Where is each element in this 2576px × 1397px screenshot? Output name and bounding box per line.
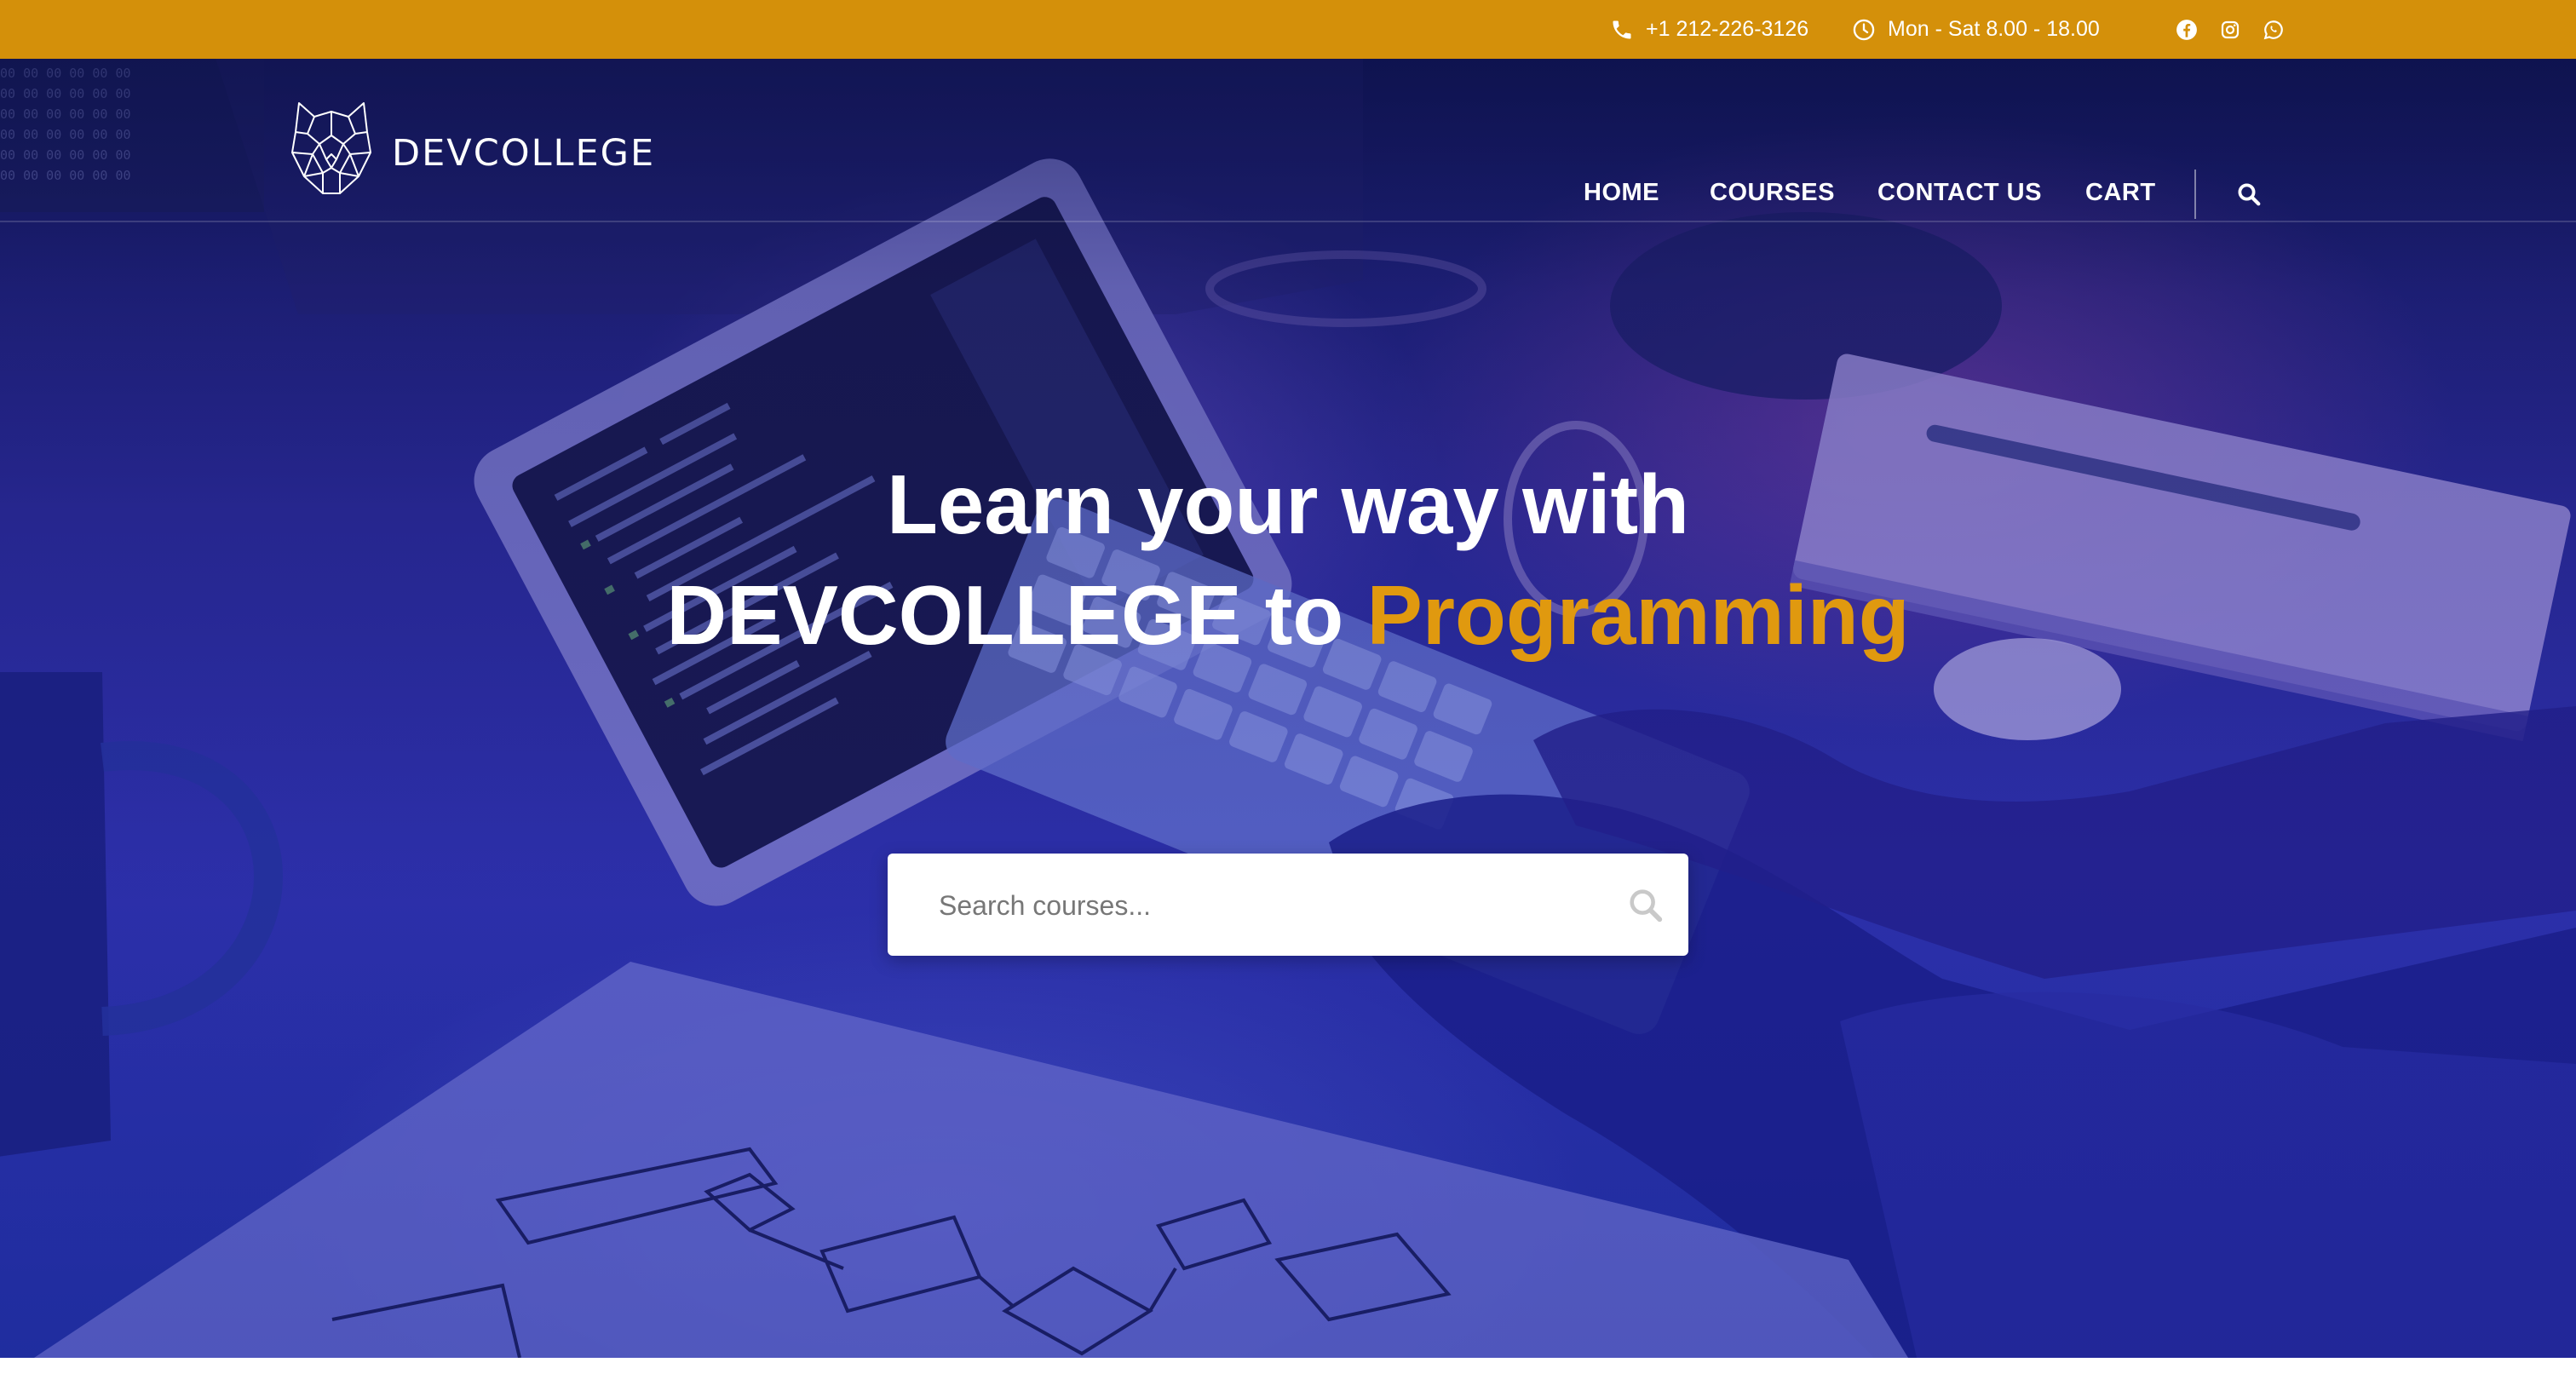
nav-home[interactable]: HOME: [1584, 179, 1659, 207]
course-search-input[interactable]: [937, 854, 1588, 957]
phone-icon: [1613, 20, 1631, 38]
whatsapp-link[interactable]: [2263, 0, 2285, 59]
nav-courses[interactable]: COURSES: [1710, 179, 1835, 207]
facebook-link[interactable]: [2176, 0, 2198, 59]
instagram-link[interactable]: [2220, 0, 2240, 59]
nav-cart[interactable]: CART: [2085, 179, 2156, 207]
brand-logo[interactable]: DEVCOLLEGE: [288, 98, 655, 197]
brand-name: DEVCOLLEGE: [392, 132, 656, 175]
course-search-button[interactable]: [1626, 886, 1665, 925]
search-icon: [1630, 889, 1663, 923]
nav-contact-us[interactable]: CONTACT US: [1877, 179, 2042, 207]
phone-number: +1 212-226-3126: [1646, 17, 1809, 41]
hours-text: Mon - Sat 8.00 - 18.00: [1888, 17, 2100, 41]
phone-contact[interactable]: +1 212-226-3126: [1610, 0, 1808, 59]
hero-headline-line1: Learn your way with: [886, 457, 1690, 551]
top-bar: +1 212-226-3126 Mon - Sat 8.00 - 18.00: [0, 0, 2576, 59]
hero-color-overlay: [0, 59, 2576, 1358]
hero-headline-accent: Programming: [1366, 568, 1910, 662]
hero-headline-prefix: DEVCOLLEGE to: [666, 568, 1367, 662]
whatsapp-icon: [2263, 20, 2283, 39]
opening-hours: Mon - Sat 8.00 - 18.00: [1852, 0, 2100, 59]
page-content-start: [0, 1358, 2576, 1397]
instagram-icon: [2221, 20, 2240, 38]
site-header: DEVCOLLEGE HOME COURSES CONTACT US CART: [0, 59, 2576, 222]
tiger-logo-icon: [291, 102, 371, 194]
hero-headline-line2: DEVCOLLEGE to Programming: [0, 560, 2576, 670]
hero-headline: Learn your way with DEVCOLLEGE to Progra…: [0, 449, 2576, 670]
clock-icon: [1853, 19, 1875, 40]
search-icon: [2238, 183, 2261, 206]
course-search-box: [888, 854, 1688, 957]
hero-section: 00 00 00 00 00 00 00 00 00 00 00 00 00 0…: [0, 59, 2576, 1358]
header-search-button[interactable]: [2236, 181, 2262, 211]
facebook-icon: [2176, 19, 2197, 40]
nav-divider: [2194, 170, 2196, 219]
